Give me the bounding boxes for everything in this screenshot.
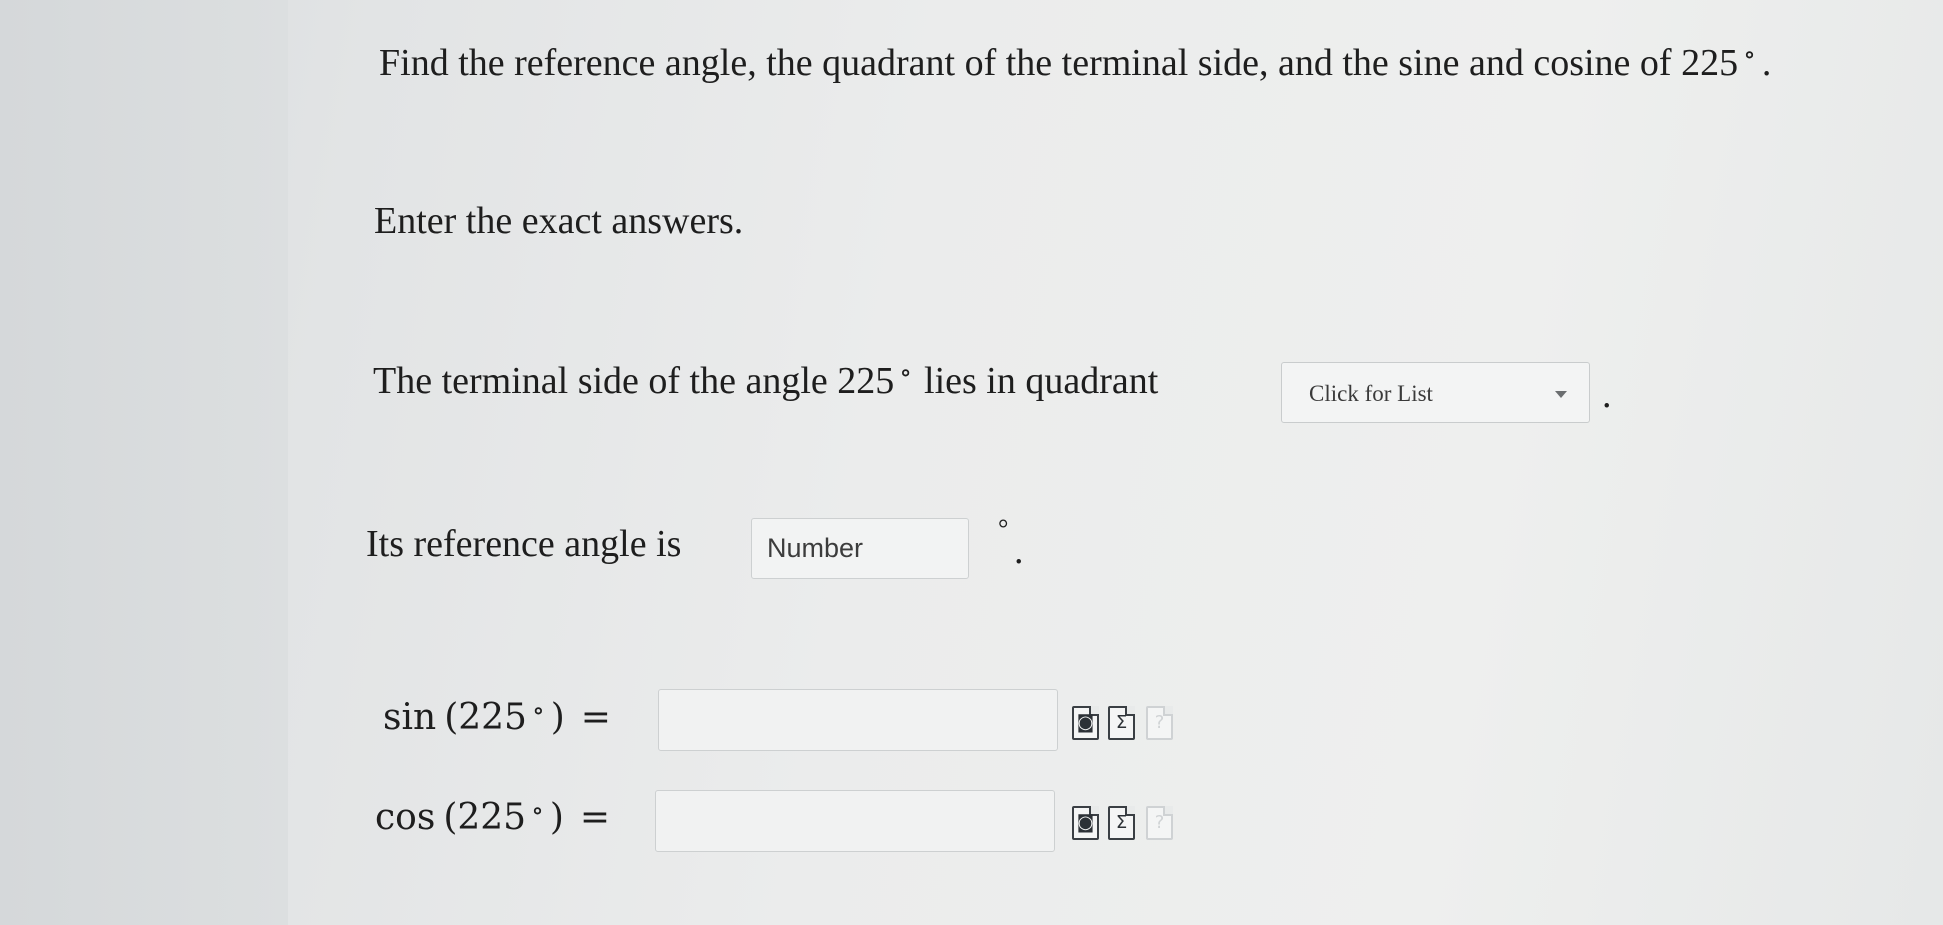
left-margin: [0, 0, 288, 925]
cosine-equals: =: [579, 797, 611, 838]
sine-angle: (225: [444, 697, 527, 738]
quadrant-period: .: [1602, 374, 1612, 416]
sine-expression: sin (225 ∘) =: [383, 697, 611, 738]
degree-symbol: ∘: [899, 358, 913, 387]
help-icon[interactable]: ?: [1146, 806, 1173, 840]
degree-symbol: ∘: [531, 696, 545, 726]
quadrant-dropdown[interactable]: Click for List: [1281, 362, 1590, 423]
help-icon[interactable]: ?: [1146, 706, 1173, 740]
sine-close: ): [550, 697, 565, 738]
sine-equals: =: [580, 697, 611, 738]
cosine-answer-input[interactable]: [655, 790, 1055, 852]
quadrant-statement: The terminal side of the angle 225 ∘ lies …: [373, 360, 1159, 402]
reference-statement: Its reference angle is: [366, 523, 682, 565]
cosine-angle: (225: [443, 797, 527, 838]
question-prompt: Find the reference angle, the quadrant o…: [379, 42, 1772, 84]
sine-func: sin: [383, 697, 437, 738]
degree-symbol: ∘: [1743, 40, 1756, 69]
prompt-text: Find the reference angle, the quadrant o…: [379, 42, 1739, 84]
prompt-period: .: [1761, 42, 1772, 84]
sigma-icon[interactable]: Σ: [1108, 706, 1135, 740]
cosine-func: cos: [375, 797, 436, 838]
reference-period: .: [1014, 530, 1024, 572]
quadrant-text-after: lies in quadrant: [924, 360, 1159, 402]
sigma-icon[interactable]: Σ: [1108, 806, 1135, 840]
quadrant-text: The terminal side of the angle 225: [373, 360, 895, 402]
instruction-text: Enter the exact answers.: [374, 200, 744, 242]
cosine-close: ): [549, 797, 564, 838]
reference-degree-symbol: °: [998, 514, 1009, 543]
chevron-down-icon: [1555, 391, 1567, 398]
reference-angle-input[interactable]: [751, 518, 969, 579]
preview-icon[interactable]: ◙: [1072, 806, 1099, 840]
cosine-expression: cos (225 ∘) =: [375, 797, 611, 838]
preview-icon[interactable]: ◙: [1072, 706, 1099, 740]
degree-symbol: ∘: [531, 796, 544, 826]
dropdown-label: Click for List: [1309, 381, 1433, 406]
sine-answer-input[interactable]: [658, 689, 1058, 751]
